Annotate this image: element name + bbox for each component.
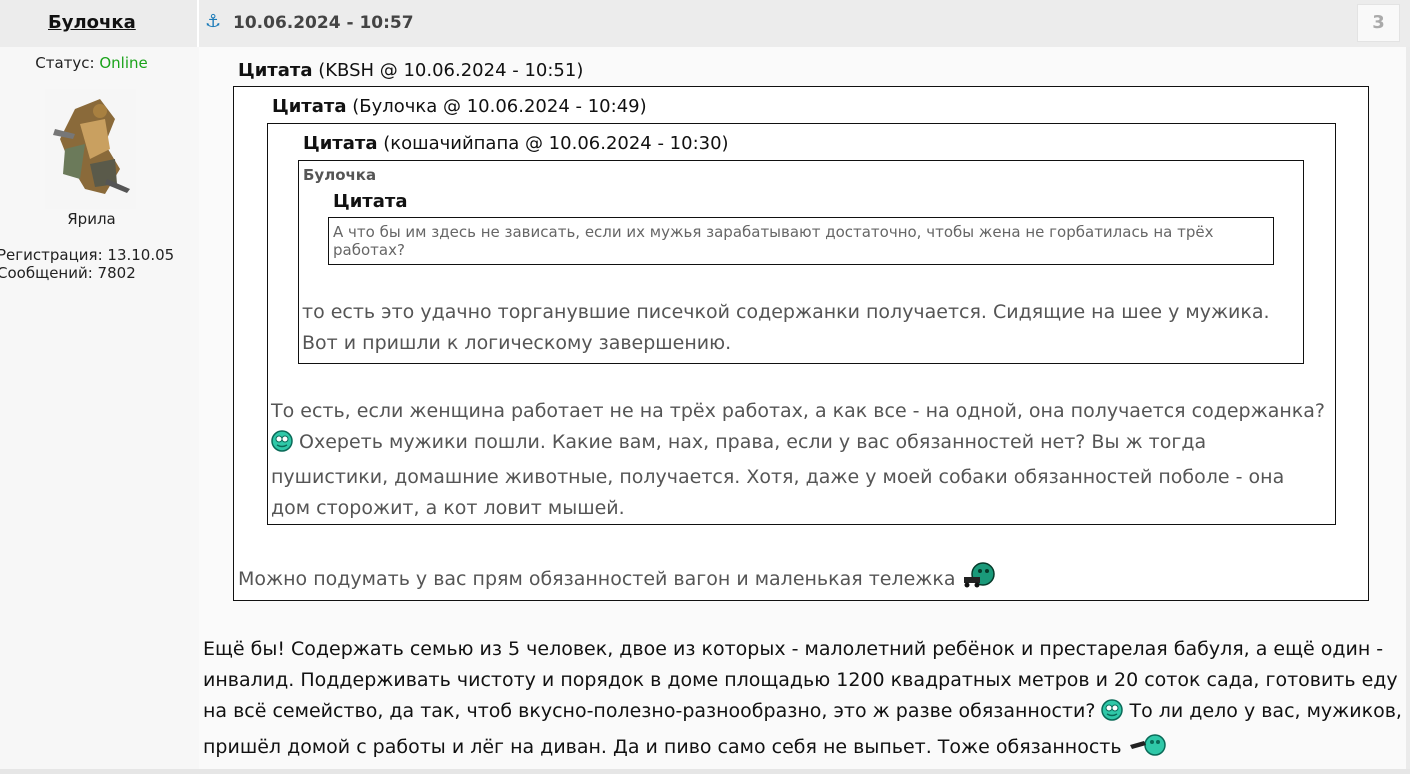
quote-text-inner: А что бы им здесь не зависать, если их м… [333, 223, 1214, 259]
user-status: Статус: Online [35, 54, 148, 72]
registration-date: Регистрация: 13.10.05 [0, 246, 175, 264]
quote-author-bulochka: Булочка [303, 166, 377, 184]
message-count: Сообщений: 7802 [0, 264, 136, 282]
smiley-cart-icon [962, 561, 998, 599]
quote-header-kbsh: Цитата (KBSH @ 10.06.2024 - 10:51) [238, 60, 584, 81]
quote-header-koshachiypapa: Цитата (кошачийпапа @ 10.06.2024 - 10:30… [303, 133, 729, 154]
right-border [1406, 47, 1410, 769]
post-text: Ещё бы! Содержать семью из 5 человек, дв… [203, 634, 1403, 767]
anchor-icon[interactable]: ⚓ [205, 11, 221, 32]
post-header: Булочка ⚓ 10.06.2024 - 10:57 3 [0, 0, 1410, 47]
quote-text-kbsh: Можно подумать у вас прям обязанностей в… [238, 561, 1358, 599]
post-number-button[interactable]: 3 [1357, 4, 1400, 42]
user-info-panel: Статус: Online Ярила Регистрация: 13.10.… [0, 47, 197, 774]
user-stats: Регистрация: 13.10.05 Сообщений: 7802 [0, 246, 174, 282]
user-avatar[interactable] [45, 89, 136, 209]
user-rank: Ярила [67, 210, 116, 228]
online-status: Online [99, 54, 148, 72]
quote-text-koshachiypapa: то есть это удачно торганувшие писечкой … [302, 301, 1270, 354]
post-date: 10.06.2024 - 10:57 [233, 13, 414, 33]
smiley-cart-icon [1128, 731, 1168, 767]
quote-label-inner: Цитата [333, 191, 408, 212]
quote-header-bulochka: Цитата (Булочка @ 10.06.2024 - 10:49) [272, 96, 647, 117]
header-divider [197, 0, 199, 47]
post-author-link[interactable]: Булочка [48, 12, 136, 33]
quote-text-bulochka: То есть, если женщина работает не на трё… [271, 400, 1325, 519]
post-bottom-border [0, 769, 1410, 774]
smiley-icon [271, 430, 293, 462]
smiley-icon [1101, 699, 1124, 731]
